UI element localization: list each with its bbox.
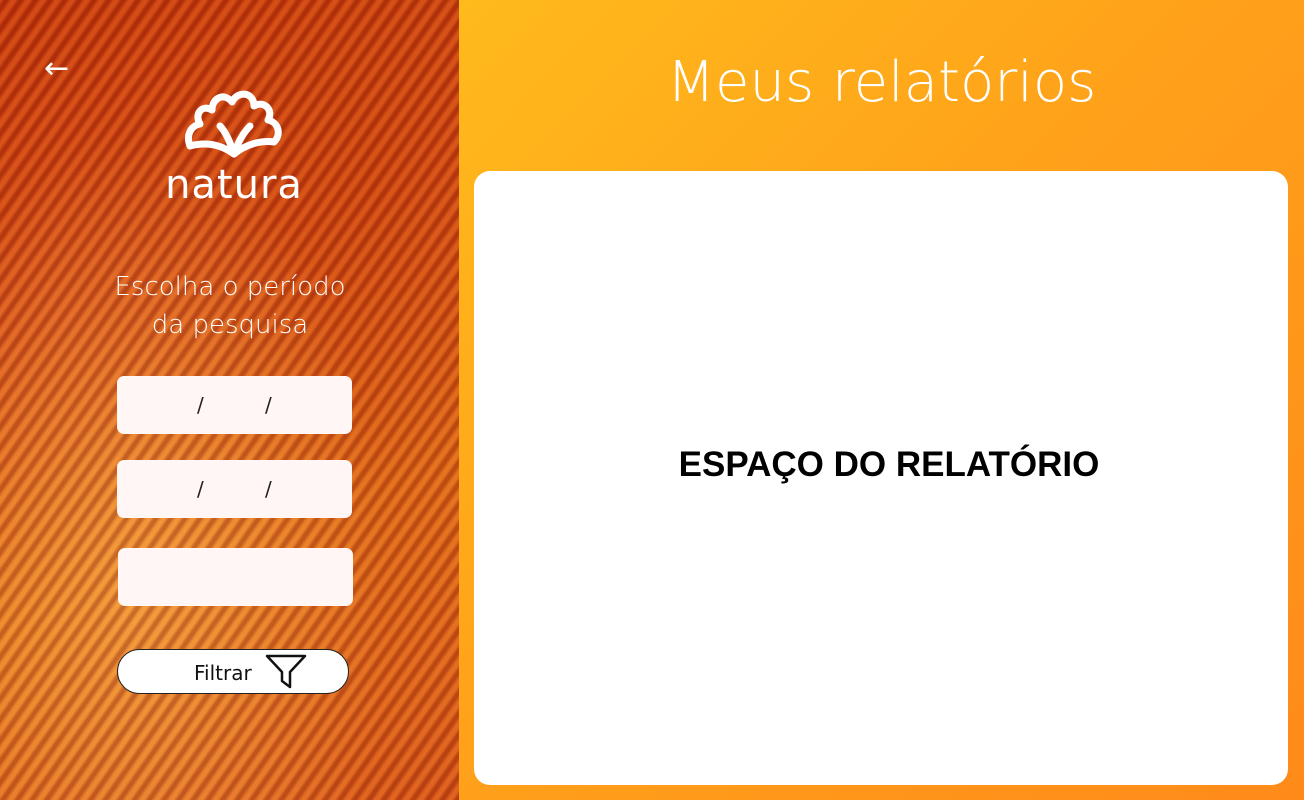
filter-button-label: Filtrar (194, 661, 252, 685)
period-title-line2: da pesquisa (151, 310, 309, 340)
date-separator: / (197, 393, 204, 417)
start-date-field[interactable]: / / (117, 376, 352, 434)
filter-icon (265, 654, 307, 689)
page-title: Meus relatórios (666, 50, 1097, 115)
search-input[interactable] (118, 548, 353, 606)
back-arrow-icon: ← (44, 51, 70, 86)
period-title: Escolha o período da pesquisa (100, 268, 360, 344)
report-area: ESPAÇO DO RELATÓRIO (474, 171, 1288, 785)
period-title-line1: Escolha o período (114, 272, 346, 302)
back-button[interactable]: ← (44, 52, 86, 86)
end-date-field[interactable]: / / (117, 460, 352, 518)
report-placeholder: ESPAÇO DO RELATÓRIO (678, 445, 1100, 484)
natura-logo: natura (150, 84, 318, 212)
main-panel: Meus relatórios ESPAÇO DO RELATÓRIO (459, 0, 1304, 800)
sidebar: ← natura Escolha o período da pesquisa /… (0, 0, 459, 800)
brand-name: natura (165, 162, 303, 208)
date-separator: / (197, 477, 204, 501)
date-separator: / (265, 477, 272, 501)
date-separator: / (265, 393, 272, 417)
filter-button[interactable]: Filtrar (117, 649, 349, 694)
natura-flower-icon (184, 90, 282, 158)
